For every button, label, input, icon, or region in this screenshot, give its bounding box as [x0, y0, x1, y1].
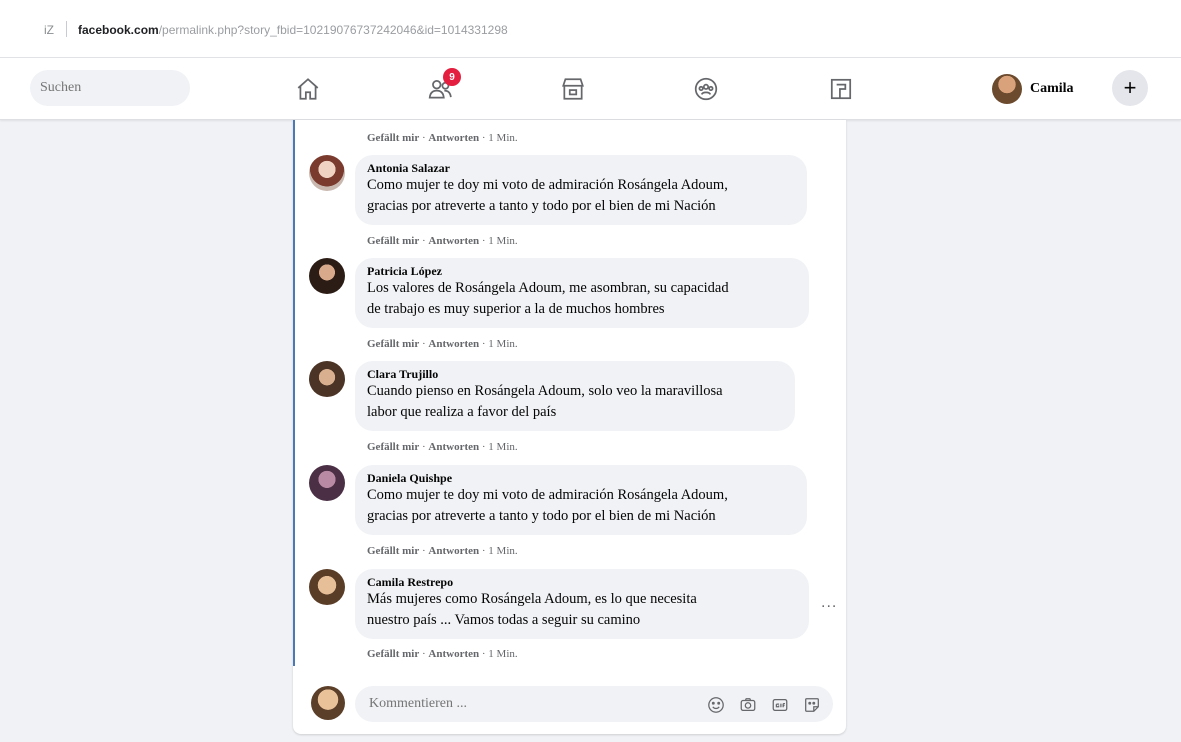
comment-bubble: Camila Restrepo Más mujeres como Rosánge…: [355, 569, 809, 639]
profile-shortcut[interactable]: Camila: [992, 72, 1074, 106]
comment-bubble: Patricia López Los valores de Rosángela …: [355, 258, 809, 328]
avatar[interactable]: [309, 569, 345, 605]
reply-link[interactable]: Antworten: [428, 235, 479, 247]
comment-bubble: Clara Trujillo Cuando pienso en Rosángel…: [355, 361, 795, 431]
comment-actions: Gefällt mir · Antworten · 1 Min.: [367, 545, 518, 557]
reply-link[interactable]: Antworten: [428, 648, 479, 660]
comment-time: 1 Min.: [488, 441, 518, 453]
comment-input[interactable]: [355, 686, 833, 722]
commenter-name[interactable]: Camila Restrepo: [367, 575, 795, 589]
top-navigation-bar: 9 Camila +: [0, 58, 1181, 120]
search-input[interactable]: [30, 70, 190, 106]
url-separator: [66, 21, 67, 37]
reply-link[interactable]: Antworten: [428, 545, 479, 557]
comment-actions: Gefällt mir · Antworten · 1 Min.: [367, 338, 518, 350]
friends-notification-badge: 9: [443, 68, 461, 86]
comment-time: 1 Min.: [488, 235, 518, 247]
commenter-name[interactable]: Daniela Quishpe: [367, 471, 793, 485]
gaming-icon[interactable]: [823, 72, 859, 106]
camera-icon[interactable]: [739, 696, 757, 714]
comment-time: 1 Min.: [488, 545, 518, 557]
comment-text-line: Como mujer te doy mi voto de admiración …: [367, 177, 728, 193]
like-link[interactable]: Gefällt mir: [367, 648, 419, 660]
avatar: [992, 74, 1022, 104]
browser-address-bar[interactable]: iZ facebook.com/permalink.php?story_fbid…: [0, 0, 1181, 58]
comments-panel: Gefällt mir · Antworten · 1 Min. Antonia…: [293, 120, 846, 734]
comment-text-line: Cuando pienso en Rosángela Adoum, solo v…: [367, 383, 723, 399]
commenter-name[interactable]: Clara Trujillo: [367, 367, 781, 381]
marketplace-icon[interactable]: [555, 72, 591, 106]
like-link[interactable]: Gefällt mir: [367, 545, 419, 557]
comment-actions: Gefällt mir · Antworten · 1 Min.: [367, 132, 518, 144]
comment-actions: Gefällt mir · Antworten · 1 Min.: [367, 441, 518, 453]
comment-actions: Gefällt mir · Antworten · 1 Min.: [367, 235, 518, 247]
home-icon[interactable]: [290, 72, 326, 106]
friends-icon[interactable]: 9: [422, 68, 461, 106]
groups-icon[interactable]: [688, 72, 724, 106]
avatar[interactable]: [309, 465, 345, 501]
comment-text-line: Los valores de Rosángela Adoum, me asomb…: [367, 280, 729, 296]
comment-time: 1 Min.: [488, 338, 518, 350]
comment-bubble: Daniela Quishpe Como mujer te doy mi vot…: [355, 465, 807, 535]
avatar[interactable]: [309, 361, 345, 397]
comment-text-line: labor que realiza a favor del país: [367, 404, 557, 420]
url-host: facebook.com: [78, 23, 159, 37]
url-prefix: iZ: [44, 23, 54, 37]
comment-text-line: Como mujer te doy mi voto de admiración …: [367, 487, 728, 503]
avatar[interactable]: [309, 155, 345, 191]
more-options-button[interactable]: ...: [821, 594, 837, 612]
like-link[interactable]: Gefällt mir: [367, 441, 419, 453]
comment-text-line: de trabajo es muy superior a la de mucho…: [367, 301, 665, 317]
reply-link[interactable]: Antworten: [428, 441, 479, 453]
url-path: /permalink.php?story_fbid=10219076737242…: [158, 23, 508, 37]
create-button[interactable]: +: [1112, 70, 1148, 106]
profile-name: Camila: [1030, 81, 1074, 96]
avatar: [311, 686, 345, 720]
reply-link[interactable]: Antworten: [428, 338, 479, 350]
thread-line: [293, 120, 295, 666]
comment-time: 1 Min.: [488, 132, 518, 144]
comment-actions: Gefällt mir · Antworten · 1 Min.: [367, 648, 518, 660]
like-link[interactable]: Gefällt mir: [367, 338, 419, 350]
url-text[interactable]: facebook.com/permalink.php?story_fbid=10…: [78, 23, 508, 37]
commenter-name[interactable]: Antonia Salazar: [367, 161, 793, 175]
sticker-icon[interactable]: [803, 696, 821, 714]
commenter-name[interactable]: Patricia López: [367, 264, 795, 278]
comment-text-line: Más mujeres como Rosángela Adoum, es lo …: [367, 591, 697, 607]
avatar[interactable]: [309, 258, 345, 294]
comment-text-line: nuestro país ... Vamos todas a seguir su…: [367, 612, 641, 628]
reply-link[interactable]: Antworten: [428, 132, 479, 144]
comment-text-line: gracias por atreverte a tanto y todo por…: [367, 508, 716, 524]
gif-icon[interactable]: [771, 696, 789, 714]
like-link[interactable]: Gefällt mir: [367, 235, 419, 247]
comment-bubble: Antonia Salazar Como mujer te doy mi vot…: [355, 155, 807, 225]
comment-text-line: gracias por atreverte a tanto y todo por…: [367, 198, 716, 214]
comment-time: 1 Min.: [488, 648, 518, 660]
like-link[interactable]: Gefällt mir: [367, 132, 419, 144]
emoji-icon[interactable]: [707, 696, 725, 714]
